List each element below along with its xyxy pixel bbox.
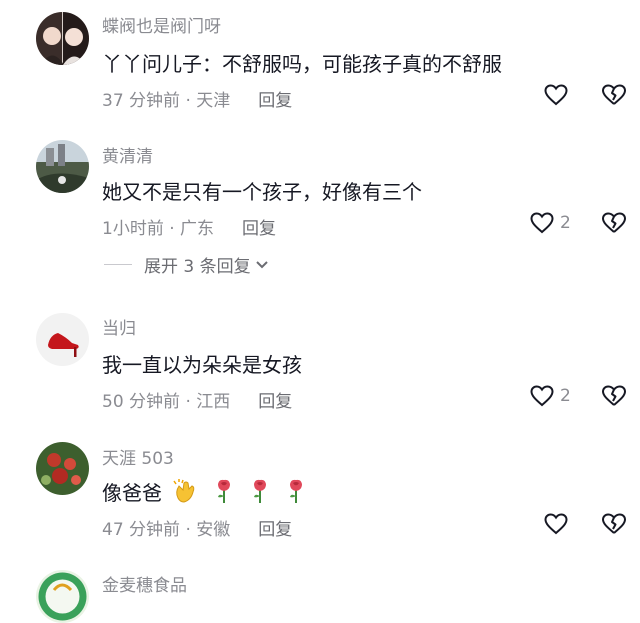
heart-icon (544, 513, 568, 535)
heart-icon (530, 385, 554, 407)
comment-text: 像爸爸 (102, 477, 307, 506)
expand-replies-label: 展开 3 条回复 (144, 257, 251, 277)
timestamp-location: 47 分钟前 · 安徽 (102, 520, 231, 540)
broken-heart-icon (602, 385, 627, 406)
heart-icon (544, 84, 568, 106)
rose-icon (217, 479, 230, 503)
reply-button[interactable]: 回复 (258, 91, 292, 111)
comment-meta: 47 分钟前 · 安徽 回复 (102, 515, 292, 540)
reply-button[interactable]: 回复 (258, 520, 292, 540)
like-count: 2 (560, 213, 571, 233)
username[interactable]: 当归 (102, 314, 136, 339)
comment-text: 丫丫问儿子：不舒服吗，可能孩子真的不舒服 (102, 52, 502, 76)
avatar[interactable] (36, 570, 89, 623)
broken-heart-icon (602, 84, 627, 105)
comment-meta: 1小时前 · 广东 回复 (102, 214, 276, 239)
username[interactable]: 天涯 503 (102, 444, 174, 469)
expand-replies-button[interactable]: 展开 3 条回复 (104, 252, 269, 277)
chevron-down-icon (255, 260, 268, 268)
timestamp-location: 37 分钟前 · 天津 (102, 91, 231, 111)
broken-heart-icon (602, 513, 627, 534)
reply-button[interactable]: 回复 (258, 392, 292, 412)
broken-heart-icon (602, 212, 627, 233)
comment-text: 我一直以为朵朵是女孩 (102, 353, 302, 377)
comment-meta: 50 分钟前 · 江西 回复 (102, 387, 292, 412)
like-button[interactable] (544, 513, 568, 535)
like-button[interactable]: 2 (530, 212, 571, 234)
comment-text-content: 像爸爸 (102, 481, 162, 505)
clapping-hands-icon (173, 479, 195, 503)
dislike-button[interactable] (601, 212, 627, 238)
like-count: 2 (560, 386, 571, 406)
comment-text: 她又不是只有一个孩子，好像有三个 (102, 180, 422, 204)
like-button[interactable]: 2 (530, 385, 571, 407)
rose-icon (290, 479, 303, 503)
avatar[interactable] (36, 140, 89, 193)
heart-icon (530, 212, 554, 234)
avatar[interactable] (36, 442, 89, 495)
timestamp-location: 1小时前 · 广东 (102, 219, 215, 239)
avatar[interactable] (36, 313, 89, 366)
rose-icon (254, 479, 267, 503)
reply-button[interactable]: 回复 (242, 219, 276, 239)
dislike-button[interactable] (601, 385, 627, 411)
username[interactable]: 黄清清 (102, 142, 153, 167)
comment-meta: 37 分钟前 · 天津 回复 (102, 86, 292, 111)
username[interactable]: 金麦穗食品 (102, 571, 187, 596)
dislike-button[interactable] (601, 84, 627, 110)
like-button[interactable] (544, 84, 568, 106)
username[interactable]: 蝶阀也是阀门呀 (102, 12, 221, 37)
avatar[interactable] (36, 12, 89, 65)
divider (104, 264, 132, 265)
dislike-button[interactable] (601, 513, 627, 539)
timestamp-location: 50 分钟前 · 江西 (102, 392, 231, 412)
